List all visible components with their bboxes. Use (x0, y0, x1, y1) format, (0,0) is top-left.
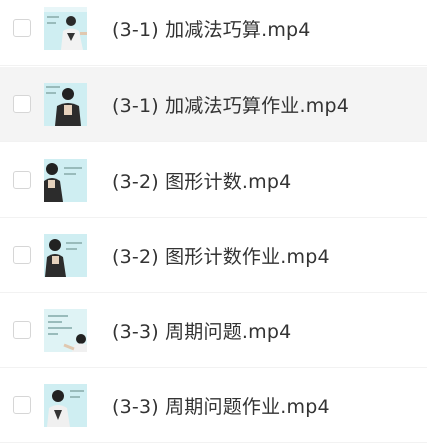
file-checkbox[interactable] (13, 171, 31, 189)
file-name[interactable]: (3-2) 图形计数作业.mp4 (112, 242, 330, 269)
file-row[interactable]: (3-3) 周期问题.mp4 (0, 293, 427, 368)
file-row[interactable]: (3-1) 加减法巧算.mp4 (0, 0, 427, 66)
video-thumbnail (44, 158, 87, 202)
file-checkbox[interactable] (13, 95, 31, 113)
video-thumbnail (44, 308, 87, 352)
file-row[interactable]: (3-2) 图形计数.mp4 (0, 143, 427, 218)
file-name[interactable]: (3-1) 加减法巧算作业.mp4 (112, 91, 349, 118)
file-name[interactable]: (3-3) 周期问题作业.mp4 (112, 392, 330, 419)
file-checkbox[interactable] (13, 321, 31, 339)
file-checkbox[interactable] (13, 396, 31, 414)
file-row[interactable]: (3-3) 周期问题作业.mp4 (0, 368, 427, 443)
file-row[interactable]: (3-1) 加减法巧算作业.mp4 (0, 67, 427, 142)
file-name[interactable]: (3-2) 图形计数.mp4 (112, 167, 291, 194)
file-list: (3-1) 加减法巧算.mp4 (3-1) 加减法巧算作业.mp4 (3-2) … (0, 0, 427, 443)
video-thumbnail (44, 233, 87, 277)
file-row[interactable]: (3-2) 图形计数作业.mp4 (0, 218, 427, 293)
video-thumbnail (44, 6, 87, 50)
file-checkbox[interactable] (13, 19, 31, 37)
file-name[interactable]: (3-1) 加减法巧算.mp4 (112, 15, 311, 42)
video-thumbnail (44, 82, 87, 126)
file-checkbox[interactable] (13, 246, 31, 264)
file-name[interactable]: (3-3) 周期问题.mp4 (112, 317, 291, 344)
video-thumbnail (44, 383, 87, 427)
